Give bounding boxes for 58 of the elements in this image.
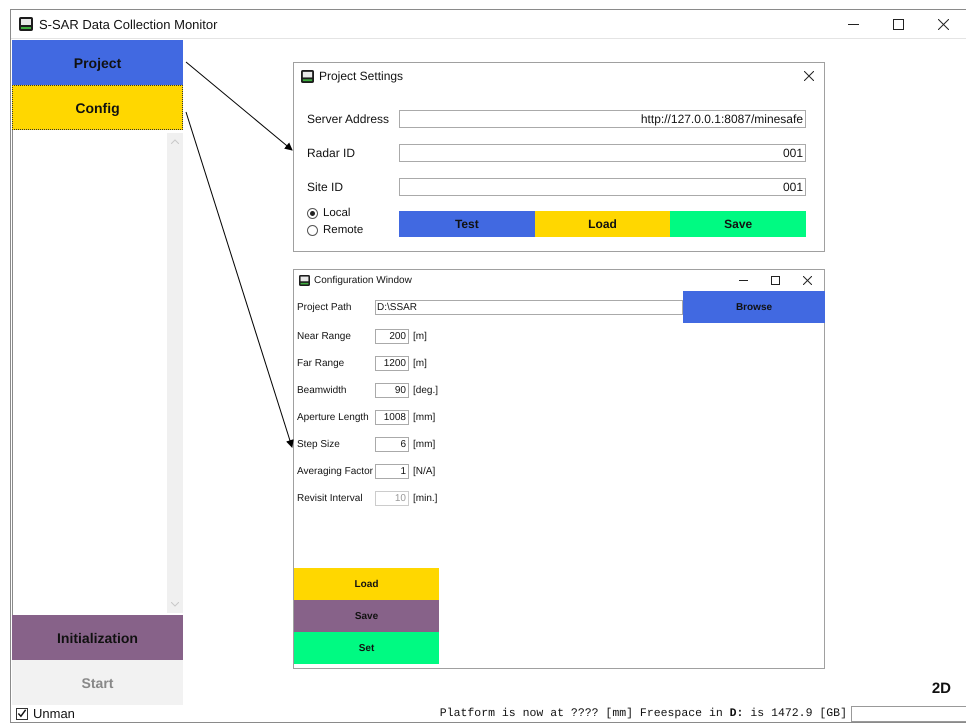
unit-label: [mm] <box>413 412 436 423</box>
radio-label: Local <box>323 207 350 219</box>
path-field[interactable]: D:\SSAR <box>375 300 683 314</box>
field-label: Beamwidth <box>297 385 348 396</box>
field-label: Site ID <box>307 180 344 194</box>
close-icon[interactable] <box>804 71 814 81</box>
status-field[interactable] <box>851 706 966 722</box>
action-button[interactable]: Save <box>294 600 439 632</box>
action-button[interactable]: Save <box>670 211 806 237</box>
field-label: Far Range <box>297 358 346 369</box>
unit-label: [m] <box>413 331 427 342</box>
app-logo-icon <box>299 275 310 286</box>
input-field[interactable]: http://127.0.0.1:8087/minesafe <box>399 110 806 128</box>
app-logo-icon <box>19 17 33 31</box>
status-message: Platform is now at ???? [mm] Freespace in D: is 1472.9 [GB] <box>440 707 847 720</box>
action-button[interactable]: Load <box>534 211 670 237</box>
action-button[interactable]: Set <box>294 632 439 664</box>
field-label: Aperture Length <box>297 412 370 423</box>
unit-label: [min.] <box>413 493 438 504</box>
radio-button[interactable] <box>307 208 318 218</box>
nav-button[interactable]: Initialization <box>12 615 183 660</box>
radio-label: Remote <box>323 224 364 236</box>
app-logo-icon <box>301 70 314 82</box>
checkbox-label: Unman <box>33 706 75 721</box>
field-label: Project Path <box>297 302 352 312</box>
radio-button[interactable] <box>307 224 318 236</box>
dialog-title: Configuration Window <box>314 275 412 286</box>
window-title: S-SAR Data Collection Monitor <box>39 16 218 32</box>
number-field[interactable]: 90 <box>375 383 409 398</box>
number-field[interactable]: 1200 <box>375 356 409 371</box>
unit-label: [mm] <box>413 439 436 450</box>
browse-button[interactable]: Browse <box>683 291 825 323</box>
field-label: Revisit Interval <box>297 493 364 504</box>
field-label: Radar ID <box>307 146 356 160</box>
unit-label: [m] <box>413 358 427 369</box>
unit-label: [deg.] <box>413 385 438 396</box>
field-label: Averaging Factor <box>297 466 374 477</box>
close-icon[interactable] <box>803 276 812 285</box>
number-field[interactable]: 6 <box>375 437 409 452</box>
input-field[interactable]: 001 <box>399 178 806 196</box>
field-label: Near Range <box>297 331 352 342</box>
number-field[interactable]: 1 <box>375 464 409 479</box>
dialog-title: Project Settings <box>319 69 404 83</box>
action-button[interactable]: Test <box>399 211 535 237</box>
nav-button[interactable]: Project <box>12 40 183 85</box>
maximize-icon[interactable] <box>771 276 780 285</box>
input-field[interactable]: 001 <box>399 144 806 162</box>
close-icon[interactable] <box>938 18 949 30</box>
number-field[interactable]: 1008 <box>375 410 409 425</box>
unman-checkbox[interactable] <box>16 708 28 720</box>
view-mode-label: 2D <box>932 680 951 697</box>
maximize-icon[interactable] <box>893 18 904 30</box>
number-field[interactable]: 200 <box>375 329 409 344</box>
action-button[interactable]: Load <box>294 568 439 600</box>
unit-label: [N/A] <box>413 466 436 477</box>
field-label: Step Size <box>297 439 341 450</box>
nav-button[interactable]: Config <box>12 85 183 130</box>
field-label: Server Address <box>307 112 390 126</box>
